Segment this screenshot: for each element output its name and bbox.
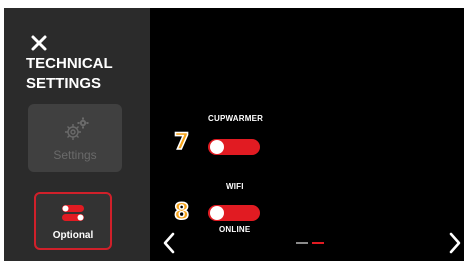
wifi-label: WIFI [226,182,244,191]
close-icon[interactable] [30,34,48,52]
page-title: TECHNICAL SETTINGS [26,54,146,94]
settings-tile[interactable]: Settings [28,104,122,172]
cupwarmer-toggle[interactable] [208,139,260,155]
cupwarmer-label: CUPWARMER [208,114,264,123]
chevron-left-icon[interactable] [162,232,176,254]
gear-settings-icon [65,117,89,140]
optional-tile[interactable]: Optional [34,192,112,250]
page-title-line1: TECHNICAL [26,55,113,72]
toggle-knob [210,140,224,154]
page-indicator-2-active [312,242,324,244]
optional-tile-label: Optional [52,230,94,241]
sidebar: TECHNICAL SETTINGS Settings Optional [4,8,150,261]
wifi-status-label: ONLINE [219,225,251,234]
option-badge-8: 8 [173,199,190,226]
toggle-options-icon [62,205,84,221]
page-indicator-1 [296,242,308,244]
chevron-right-icon[interactable] [448,232,462,254]
machine-screen: TECHNICAL SETTINGS Settings Optional CUP… [4,8,464,261]
wifi-toggle[interactable] [208,205,260,221]
page-title-line2: SETTINGS [26,75,102,92]
settings-tile-label: Settings [53,148,97,162]
option-badge-7: 7 [173,129,190,156]
toggle-knob [210,206,224,220]
